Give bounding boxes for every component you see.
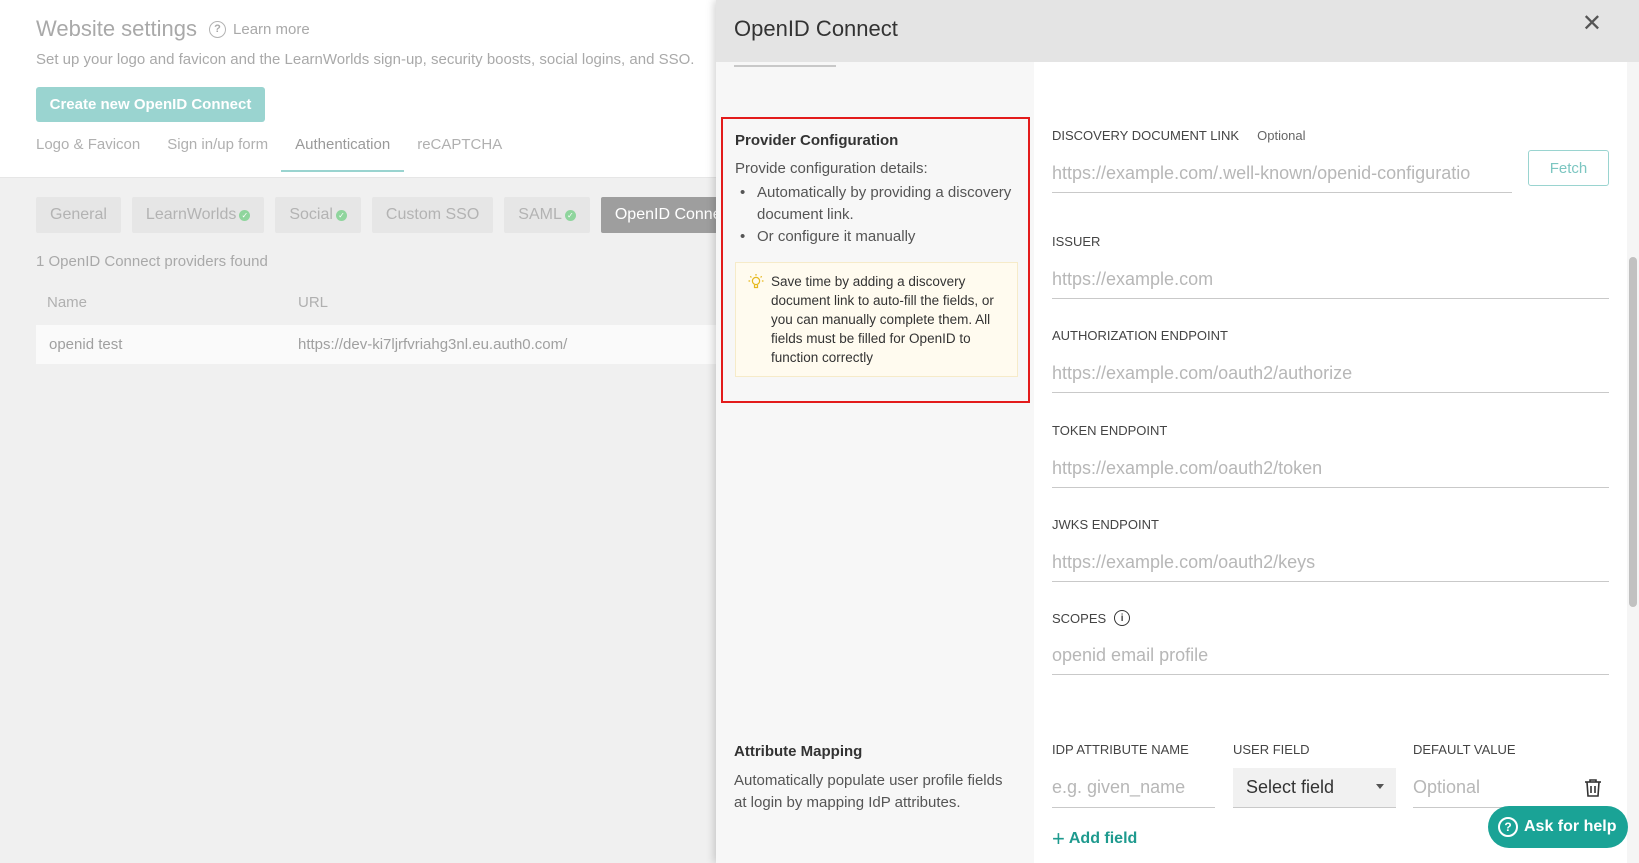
openid-connect-drawer: OpenID Connect ✕ Provider Configuration … (716, 0, 1639, 863)
discovery-document-field: DISCOVERY DOCUMENT LINK Optional https:/… (1052, 128, 1609, 193)
learn-more-link[interactable]: ? Learn more (209, 20, 310, 38)
optional-tag: Optional (1257, 128, 1306, 143)
subtab-custom-sso[interactable]: Custom SSO (371, 197, 494, 233)
page-title: Website settings ? Learn more (36, 16, 310, 42)
close-icon[interactable]: ✕ (1582, 12, 1602, 36)
subtab-saml[interactable]: SAML ✓ (504, 197, 590, 233)
learn-more-label: Learn more (233, 20, 310, 38)
ask-for-help-button[interactable]: ? Ask for help (1488, 806, 1628, 848)
token-endpoint-field: TOKEN ENDPOINT https://example.com/oauth… (1052, 423, 1609, 488)
provider-name: openid test (49, 336, 123, 353)
issuer-input[interactable]: https://example.com (1052, 260, 1609, 299)
user-field-select[interactable]: Select field (1233, 768, 1396, 808)
user-field-select-value: Select field (1246, 777, 1335, 797)
trash-icon[interactable] (1584, 778, 1602, 798)
subtab-social[interactable]: Social ✓ (275, 197, 361, 233)
subtab-saml-label: SAML (518, 206, 562, 223)
create-openid-button[interactable]: Create new OpenID Connect (36, 87, 265, 122)
check-icon: ✓ (564, 209, 576, 221)
list-item: Or configure it manually (735, 226, 1015, 248)
lightbulb-icon (748, 273, 764, 296)
scopes-label-text: SCOPES (1052, 610, 1107, 626)
jwks-label: JWKS ENDPOINT (1052, 517, 1159, 532)
idp-attribute-input[interactable]: e.g. given_name (1052, 768, 1215, 808)
list-item: Automatically by providing a discovery d… (735, 182, 1015, 226)
tab-logo-favicon[interactable]: Logo & Favicon (36, 136, 140, 172)
main-tabs: Logo & Favicon Sign in/up form Authentic… (36, 136, 529, 172)
subtab-social-label: Social (289, 206, 333, 223)
authorization-input[interactable]: https://example.com/oauth2/authorize (1052, 354, 1609, 393)
jwks-endpoint-field: JWKS ENDPOINT https://example.com/oauth2… (1052, 517, 1609, 582)
drawer-header: OpenID Connect ✕ (716, 0, 1639, 62)
issuer-label: ISSUER (1052, 234, 1101, 249)
subtab-learnworlds[interactable]: LearnWorlds ✓ (131, 197, 265, 233)
question-icon: ? (1498, 817, 1518, 837)
drawer-title: OpenID Connect (734, 16, 898, 41)
tip-box: Save time by adding a discovery document… (735, 262, 1018, 377)
providers-found-count: 1 OpenID Connect providers found (36, 253, 268, 270)
authorization-endpoint-field: AUTHORIZATION ENDPOINT https://example.c… (1052, 328, 1609, 393)
subtab-learnworlds-label: LearnWorlds (145, 206, 237, 223)
chevron-down-icon (1376, 784, 1384, 789)
check-icon: ✓ (335, 209, 347, 221)
token-input[interactable]: https://example.com/oauth2/token (1052, 449, 1609, 488)
scrollbar-thumb[interactable] (1629, 257, 1637, 607)
table-header: Name URL (36, 285, 736, 319)
auth-sub-tabs: General LearnWorlds ✓ Social ✓ Custom SSO … (36, 197, 747, 233)
check-icon: ✓ (239, 209, 251, 221)
discovery-label: DISCOVERY DOCUMENT LINK Optional (1052, 128, 1609, 143)
subtab-openid-label: OpenID Conne (614, 206, 722, 223)
provider-configuration-title: Provider Configuration (735, 132, 899, 149)
subtab-general[interactable]: General (36, 197, 121, 233)
provider-configuration-list: Automatically by providing a discovery d… (735, 182, 1015, 248)
column-name: Name (47, 293, 88, 311)
default-value-header: DEFAULT VALUE (1413, 742, 1516, 757)
user-field-header: USER FIELD (1233, 742, 1310, 757)
scopes-label: SCOPES i (1052, 610, 1609, 626)
provider-url: https://dev-ki7ljrfvriahg3nl.eu.auth0.co… (298, 336, 568, 353)
tab-authentication[interactable]: Authentication (281, 136, 405, 172)
scrollbar[interactable] (1627, 62, 1639, 863)
scopes-input[interactable]: openid email profile (1052, 636, 1609, 675)
tab-recaptcha[interactable]: reCAPTCHA (417, 136, 502, 172)
token-label: TOKEN ENDPOINT (1052, 423, 1168, 438)
default-value-input[interactable]: Optional (1413, 768, 1573, 808)
ask-for-help-label: Ask for help (1524, 818, 1617, 835)
attribute-mapping-title: Attribute Mapping (734, 743, 863, 760)
discovery-link-input[interactable]: https://example.com/.well-known/openid-c… (1052, 154, 1512, 193)
help-icon: ? (209, 20, 227, 38)
tip-text: Save time by adding a discovery document… (771, 274, 994, 365)
plus-icon: + (1052, 826, 1065, 851)
table-row[interactable]: openid test https://dev-ki7ljrfvriahg3nl… (36, 325, 736, 364)
subtab-general-label: General (50, 206, 107, 223)
scopes-field: SCOPES i openid email profile (1052, 610, 1609, 675)
provider-configuration-section: Provider Configuration Provide configura… (721, 117, 1030, 403)
jwks-input[interactable]: https://example.com/oauth2/keys (1052, 543, 1609, 582)
add-field-label: Add field (1068, 830, 1138, 847)
clipped-text-above (734, 63, 904, 68)
attribute-mapping-description: Automatically populate user profile fiel… (734, 772, 1003, 811)
provider-configuration-description: Provide configuration details: (735, 160, 928, 177)
info-icon[interactable]: i (1114, 610, 1131, 626)
page-title-text: Website settings (36, 16, 198, 41)
tab-sign-in-up-form[interactable]: Sign in/up form (167, 136, 268, 172)
fetch-button[interactable]: Fetch (1528, 150, 1609, 186)
subtab-custom-sso-label: Custom SSO (385, 206, 480, 223)
issuer-field: ISSUER https://example.com (1052, 234, 1609, 299)
discovery-label-text: DISCOVERY DOCUMENT LINK (1052, 128, 1240, 143)
authorization-label: AUTHORIZATION ENDPOINT (1052, 328, 1228, 343)
page-subtitle: Set up your logo and favicon and the Lea… (36, 51, 695, 68)
idp-attribute-header: IDP ATTRIBUTE NAME (1052, 742, 1189, 757)
column-url: URL (298, 293, 329, 311)
add-field-button[interactable]: + Add field (1052, 826, 1138, 851)
